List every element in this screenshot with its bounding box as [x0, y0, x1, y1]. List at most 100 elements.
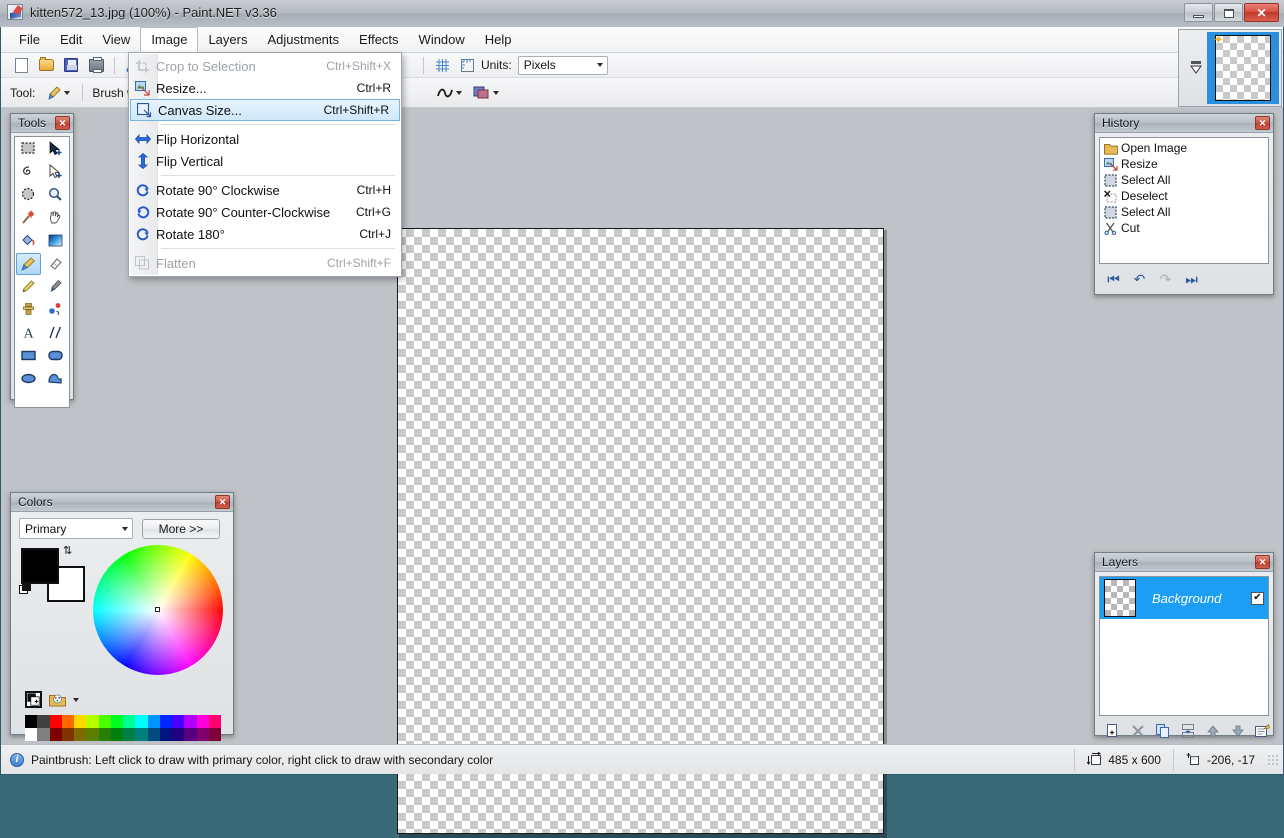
palette-swatch-13[interactable] [184, 715, 197, 728]
rounded-rectangle-tool[interactable] [43, 345, 68, 367]
magic-wand-tool[interactable] [16, 207, 41, 229]
history-item[interactable]: Select All [1100, 172, 1268, 188]
thumbnail-nav-icon[interactable] [1185, 58, 1207, 78]
line-curve-tool[interactable] [43, 322, 68, 344]
menu-window[interactable]: Window [409, 27, 475, 52]
swap-colors-icon[interactable]: ⇅ [63, 546, 72, 557]
menu-item-canvas-size[interactable]: Canvas Size... Ctrl+Shift+R [130, 99, 400, 121]
palette-swatch-10[interactable] [147, 728, 160, 741]
open-palette-icon[interactable] [49, 693, 66, 707]
history-item[interactable]: Select All [1100, 204, 1268, 220]
merge-layer-down-button[interactable] [1180, 724, 1195, 739]
palette-swatch-0[interactable] [25, 728, 38, 741]
history-rewind-button[interactable]: ⏮ [1105, 270, 1122, 287]
history-panel-close-icon[interactable]: ✕ [1255, 116, 1270, 130]
menu-layers[interactable]: Layers [198, 27, 257, 52]
print-button[interactable] [85, 55, 107, 76]
palette-swatch-1[interactable] [37, 715, 50, 728]
color-wheel[interactable] [93, 545, 223, 675]
menu-item-crop-to-selection[interactable]: Crop to Selection Ctrl+Shift+X [129, 55, 401, 77]
tool-select-button[interactable] [43, 84, 73, 102]
duplicate-layer-button[interactable] [1155, 724, 1170, 739]
close-button[interactable]: ✕ [1244, 3, 1279, 22]
shape-style-button[interactable] [433, 85, 465, 101]
palette-swatch-4[interactable] [74, 728, 87, 741]
gradient-tool[interactable] [43, 230, 68, 252]
recolor-tool[interactable] [43, 299, 68, 321]
palette-swatch-4[interactable] [74, 715, 87, 728]
new-file-button[interactable] [10, 55, 32, 76]
pencil-tool[interactable] [16, 276, 41, 298]
palette-swatch-5[interactable] [86, 728, 99, 741]
ruler-toggle-button[interactable] [456, 55, 478, 76]
grid-toggle-button[interactable] [431, 55, 453, 76]
menu-item-resize[interactable]: Resize... Ctrl+R [129, 77, 401, 99]
palette-swatch-13[interactable] [184, 728, 197, 741]
layer-properties-button[interactable] [1255, 724, 1270, 739]
history-redo-button[interactable]: ↷ [1157, 270, 1174, 287]
layer-item-background[interactable]: Background ✔ [1100, 577, 1268, 619]
menu-item-flatten[interactable]: Flatten Ctrl+Shift+F [129, 252, 401, 274]
move-selection-tool[interactable] [43, 161, 68, 183]
palette-swatch-15[interactable] [208, 728, 221, 741]
layers-panel-titlebar[interactable]: Layers ✕ [1095, 553, 1273, 572]
palette-swatch-7[interactable] [110, 728, 123, 741]
palette-swatch-6[interactable] [98, 728, 111, 741]
primary-color-swatch[interactable] [21, 548, 59, 584]
palette-swatch-11[interactable] [159, 728, 172, 741]
layer-visibility-checkbox[interactable]: ✔ [1251, 591, 1264, 605]
tools-panel-close-icon[interactable]: ✕ [55, 116, 70, 130]
history-item[interactable]: Deselect [1100, 188, 1268, 204]
palette-swatch-9[interactable] [135, 728, 148, 741]
palette-swatch-9[interactable] [135, 715, 148, 728]
lasso-select-tool[interactable] [16, 161, 41, 183]
history-forward-button[interactable]: ⏭ [1183, 270, 1200, 287]
menu-effects[interactable]: Effects [349, 27, 409, 52]
palette-swatch-1[interactable] [37, 728, 50, 741]
palette-swatch-10[interactable] [147, 715, 160, 728]
eraser-tool[interactable] [43, 253, 68, 275]
add-palette-color-icon[interactable] [25, 691, 42, 708]
save-file-button[interactable] [60, 55, 82, 76]
add-layer-button[interactable] [1105, 724, 1120, 739]
move-selected-tool[interactable] [43, 138, 68, 160]
color-mode-select[interactable]: Primary [19, 518, 133, 539]
units-select[interactable]: Pixels [517, 55, 608, 75]
palette-swatch-3[interactable] [61, 728, 74, 741]
palette-swatch-12[interactable] [172, 715, 185, 728]
palette-swatch-3[interactable] [61, 715, 74, 728]
thumbnail-item[interactable]: ✦ [1207, 32, 1279, 104]
palette-swatch-0[interactable] [25, 715, 38, 728]
palette-swatch-8[interactable] [123, 715, 136, 728]
menu-file[interactable]: File [9, 27, 50, 52]
palette-swatch-14[interactable] [196, 715, 209, 728]
more-colors-button[interactable]: More >> [142, 518, 220, 539]
palette-swatch-6[interactable] [98, 715, 111, 728]
palette-swatch-15[interactable] [208, 715, 221, 728]
image-menu-dropdown[interactable]: Crop to Selection Ctrl+Shift+X Resize...… [128, 52, 402, 277]
ellipse-tool[interactable] [16, 368, 41, 390]
palette-swatch-7[interactable] [110, 715, 123, 728]
blend-mode-button[interactable] [470, 84, 502, 101]
maximize-restore-button[interactable] [1214, 3, 1243, 22]
history-item[interactable]: Open Image [1100, 140, 1268, 156]
delete-layer-button[interactable] [1130, 724, 1145, 739]
menu-view[interactable]: View [92, 27, 140, 52]
menu-item-rotate-90-clockwise[interactable]: Rotate 90° Clockwise Ctrl+H [129, 179, 401, 201]
layers-panel-close-icon[interactable]: ✕ [1255, 555, 1270, 569]
paintbrush-tool[interactable] [16, 252, 41, 275]
palette-swatch-12[interactable] [172, 728, 185, 741]
colors-panel-close-icon[interactable]: ✕ [215, 495, 230, 509]
clone-stamp-tool[interactable] [16, 299, 41, 321]
open-file-button[interactable] [35, 55, 57, 76]
menu-adjustments[interactable]: Adjustments [257, 27, 349, 52]
layer-list[interactable]: Background ✔ [1099, 576, 1269, 716]
freeform-shape-tool[interactable] [43, 368, 68, 390]
pan-tool[interactable] [43, 207, 68, 229]
palette-menu-chevron-icon[interactable] [73, 697, 79, 702]
menu-help[interactable]: Help [475, 27, 522, 52]
history-item[interactable]: Cut [1100, 220, 1268, 236]
colors-panel-titlebar[interactable]: Colors ✕ [11, 493, 233, 512]
history-panel-titlebar[interactable]: History ✕ [1095, 114, 1273, 133]
palette-swatch-5[interactable] [86, 715, 99, 728]
